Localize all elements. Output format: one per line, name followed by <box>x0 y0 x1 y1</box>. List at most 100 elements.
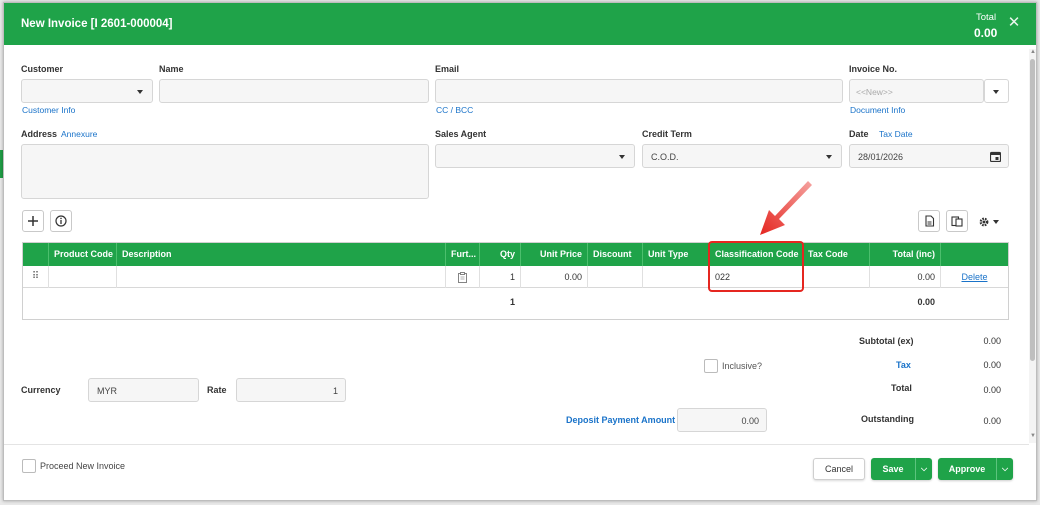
calendar-icon[interactable] <box>990 151 1001 162</box>
total-value: 0.00 <box>983 385 1001 395</box>
qty-cell[interactable]: 1 <box>479 266 520 288</box>
sales-agent-label: Sales Agent <box>435 129 487 139</box>
outstanding-label: Outstanding <box>861 414 914 424</box>
chevron-down-icon <box>993 90 999 94</box>
scroll-down-icon[interactable]: ▼ <box>1030 433 1036 439</box>
subtotal-label: Subtotal (ex) <box>859 336 914 346</box>
table-header: Product Code Description Furt... Qty Uni… <box>23 243 1008 266</box>
column-header[interactable]: Furt... <box>445 243 479 266</box>
description-cell[interactable] <box>116 266 445 288</box>
column-header[interactable]: Tax Code <box>802 243 869 266</box>
address-textarea[interactable] <box>21 144 429 199</box>
column-header[interactable]: Total (inc) <box>869 243 940 266</box>
dialog-title: New Invoice [I 2601-000004] <box>21 18 173 30</box>
column-header[interactable]: Unit Type <box>642 243 709 266</box>
deposit-amount-value: 0.00 <box>741 416 759 426</box>
column-header[interactable]: Description <box>116 243 445 266</box>
header-total-label: Total <box>976 12 997 23</box>
date-label: Date <box>849 129 869 139</box>
drag-handle-icon[interactable]: ⠿ <box>23 266 48 288</box>
scrollbar-thumb[interactable] <box>1030 59 1035 361</box>
rate-label: Rate <box>207 385 227 395</box>
further-description-cell[interactable] <box>445 266 479 288</box>
sales-agent-select[interactable] <box>435 144 635 168</box>
line-items-table: Product Code Description Furt... Qty Uni… <box>22 242 1009 320</box>
delete-link[interactable]: Delete <box>940 266 1008 288</box>
document-info-link[interactable]: Document Info <box>850 105 905 115</box>
tax-link[interactable]: Tax <box>896 360 911 370</box>
name-label: Name <box>159 64 184 74</box>
copy-icon <box>951 216 963 227</box>
product-code-cell[interactable] <box>48 266 116 288</box>
dialog-header: New Invoice [I 2601-000004] Total 0.00 ✕ <box>4 3 1036 45</box>
save-chevron-down-icon[interactable]: ⌵ <box>916 458 932 480</box>
clipboard-icon[interactable] <box>458 272 467 283</box>
copy-button[interactable] <box>946 210 968 232</box>
caret-down-icon <box>993 220 999 224</box>
inclusive-checkbox[interactable] <box>704 359 718 373</box>
unit-price-cell[interactable]: 0.00 <box>520 266 587 288</box>
unit-type-cell[interactable] <box>642 266 709 288</box>
column-header[interactable]: Unit Price <box>520 243 587 266</box>
annotation-arrow-icon <box>760 181 812 235</box>
chevron-down-icon <box>826 155 832 159</box>
discount-cell[interactable] <box>587 266 642 288</box>
customer-info-link[interactable]: Customer Info <box>22 105 75 115</box>
column-header[interactable]: Discount <box>587 243 642 266</box>
invoice-dialog: New Invoice [I 2601-000004] Total 0.00 ✕… <box>3 2 1037 501</box>
total-label: Total <box>891 383 912 393</box>
invoice-no-label: Invoice No. <box>849 64 898 74</box>
deposit-amount-input[interactable]: 0.00 <box>677 408 767 432</box>
email-input[interactable] <box>435 79 843 103</box>
close-icon[interactable]: ✕ <box>1006 15 1022 31</box>
currency-input[interactable]: MYR <box>88 378 199 402</box>
drag-column-header <box>23 243 48 266</box>
info-icon <box>55 215 67 227</box>
column-header[interactable]: Product Code <box>48 243 116 266</box>
save-button[interactable]: Save <box>871 458 915 480</box>
total-inc-cell: 0.00 <box>869 266 940 288</box>
footer-divider <box>4 444 1029 445</box>
scroll-up-icon[interactable]: ▲ <box>1030 49 1036 55</box>
header-total-value: 0.00 <box>974 26 998 40</box>
cc-bcc-link[interactable]: CC / BCC <box>436 105 473 115</box>
date-value: 28/01/2026 <box>858 152 904 162</box>
tax-code-cell[interactable] <box>802 266 869 288</box>
date-input[interactable]: 28/01/2026 <box>849 144 1009 168</box>
cancel-button[interactable]: Cancel <box>813 458 865 480</box>
proceed-new-invoice-checkbox[interactable] <box>22 459 36 473</box>
add-row-button[interactable] <box>22 210 44 232</box>
deposit-payment-link[interactable]: Deposit Payment Amount <box>566 415 675 425</box>
address-label: Address <box>21 129 58 139</box>
approve-button-group: Approve ⌵ <box>938 458 1013 480</box>
settings-dropdown[interactable] <box>978 214 1006 230</box>
rate-value: 1 <box>332 386 338 396</box>
export-button[interactable] <box>918 210 940 232</box>
invoice-no-input[interactable]: <<New>> <box>849 79 984 103</box>
approve-chevron-down-icon[interactable]: ⌵ <box>997 458 1013 480</box>
invoice-no-dropdown-button[interactable] <box>984 79 1009 103</box>
currency-value: MYR <box>97 386 117 396</box>
name-input[interactable] <box>159 79 429 103</box>
column-header[interactable]: Qty <box>479 243 520 266</box>
document-icon <box>924 215 934 227</box>
approve-button[interactable]: Approve <box>938 458 996 480</box>
table-row: ⠿ 1 0.00 022 0.00 Delete <box>23 266 1008 288</box>
save-button-group: Save ⌵ <box>871 458 932 480</box>
chevron-down-icon <box>619 155 625 159</box>
customer-select[interactable] <box>21 79 153 103</box>
customer-label: Customer <box>21 64 64 74</box>
rate-input[interactable]: 1 <box>236 378 346 402</box>
tax-date-link[interactable]: Tax Date <box>879 129 913 139</box>
info-button[interactable] <box>50 210 72 232</box>
credit-term-value: C.O.D. <box>651 152 679 162</box>
email-label: Email <box>435 64 460 74</box>
plus-icon <box>28 216 38 226</box>
credit-term-select[interactable]: C.O.D. <box>642 144 842 168</box>
currency-label: Currency <box>21 385 61 395</box>
invoice-no-placeholder: <<New>> <box>856 87 893 97</box>
chevron-down-icon <box>137 90 143 94</box>
annexure-link[interactable]: Annexure <box>61 129 97 139</box>
action-column-header <box>940 243 1008 266</box>
qty-total: 1 <box>509 297 515 307</box>
